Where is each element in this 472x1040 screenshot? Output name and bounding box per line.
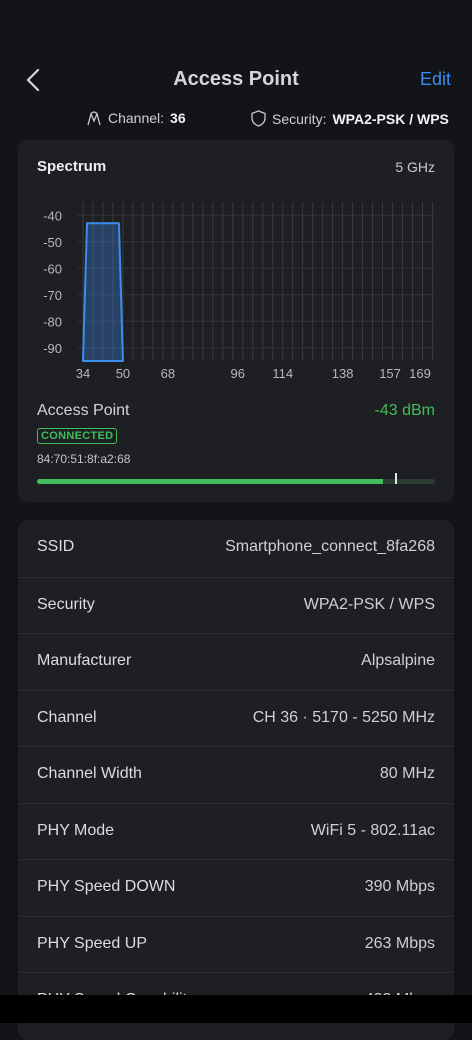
detail-key: Manufacturer — [37, 652, 132, 669]
detail-value: WiFi 5 - 802.11ac — [310, 821, 435, 839]
channel-label: Channel: — [108, 110, 165, 126]
edit-button[interactable]: Edit — [420, 69, 451, 90]
detail-key: PHY Speed UP — [37, 934, 147, 952]
spectrum-card: Spectrum 5 GHz -40 -50 -60 -70 -80 -90 34 50 68 9… — [18, 140, 454, 502]
detail-value: 390 Mbps — [364, 878, 435, 895]
x-tick-label: 68 — [161, 366, 175, 381]
page-title: Access Point — [173, 68, 299, 90]
ap-name: Access Point — [37, 402, 130, 419]
y-tick-label: -40 — [43, 208, 62, 223]
detail-row: PHY Speed UP 263 Mbps — [18, 915, 454, 973]
security-value: WPA2-PSK / WPS — [332, 110, 449, 127]
x-tick-label: 34 — [76, 366, 90, 381]
detail-value: WPA2-PSK / WPS — [303, 595, 435, 613]
detail-row: Security WPA2-PSK / WPS — [18, 576, 454, 634]
signal-marker — [395, 473, 397, 484]
detail-key: Channel Width — [37, 765, 142, 782]
x-tick-label: 157 — [379, 366, 401, 381]
signal-bar-fill — [37, 479, 384, 484]
detail-key: Security — [37, 595, 95, 613]
system-navigation-bar — [0, 995, 472, 1023]
x-tick-label: 169 — [409, 366, 431, 381]
detail-row: Channel Width 80 MHz — [18, 746, 454, 803]
y-tick-label: -90 — [43, 341, 62, 356]
detail-value: CH 36 · 5170 - 5250 MHz — [252, 708, 435, 726]
y-tick-label: -60 — [43, 261, 62, 276]
detail-value: Smartphone_connect_8fa268 — [225, 538, 435, 555]
top-bar: Access Point Edit — [0, 0, 472, 110]
signal-series — [81, 222, 124, 362]
detail-row: PHY Speed DOWN 390 Mbps — [18, 859, 454, 916]
detail-value: 80 MHz — [379, 765, 435, 782]
detail-row: Channel CH 36 · 5170 - 5250 MHz — [18, 689, 454, 747]
details-card: SSID Smartphone_connect_8fa268 Security WPA… — [18, 520, 454, 1040]
status-badge: CONNECTED — [37, 428, 118, 444]
x-tick-label: 50 — [116, 366, 130, 381]
detail-key: SSID — [37, 538, 75, 555]
x-tick-label: 114 — [272, 366, 293, 381]
x-tick-label: 138 — [332, 366, 354, 381]
signal-bar — [37, 479, 435, 484]
channel-summary: Channel: 36 — [86, 110, 186, 126]
y-tick-label: -50 — [43, 235, 62, 250]
security-label: Security: — [272, 110, 327, 127]
security-summary: Security: WPA2-PSK / WPS — [251, 110, 449, 127]
detail-row: PHY Mode WiFi 5 - 802.11ac — [18, 802, 454, 860]
detail-value: 263 Mbps — [364, 934, 435, 952]
channel-value: 36 — [170, 110, 186, 126]
antenna-icon — [87, 111, 101, 126]
detail-value: Alpsalpine — [361, 652, 435, 669]
x-tick-label: 96 — [231, 366, 245, 381]
detail-row: Manufacturer Alpsalpine — [18, 633, 454, 690]
mac-address: 84:70:51:8f:a2:68 — [37, 452, 131, 466]
summary-bar: Channel: 36 Security: WPA2-PSK / WPS — [0, 110, 472, 132]
detail-key: PHY Mode — [37, 821, 115, 839]
shield-icon — [251, 110, 266, 127]
detail-key: PHY Speed DOWN — [37, 878, 176, 895]
spectrum-chart: -40 -50 -60 -70 -80 -90 34 50 68 96 114 138 157 169 — [43, 202, 435, 381]
detail-row: SSID Smartphone_connect_8fa268 — [18, 520, 454, 576]
detail-key: Channel — [37, 708, 97, 726]
y-tick-label: -70 — [43, 288, 62, 303]
ap-signal-strength: -43 dBm — [374, 402, 435, 419]
y-tick-label: -80 — [43, 314, 62, 329]
